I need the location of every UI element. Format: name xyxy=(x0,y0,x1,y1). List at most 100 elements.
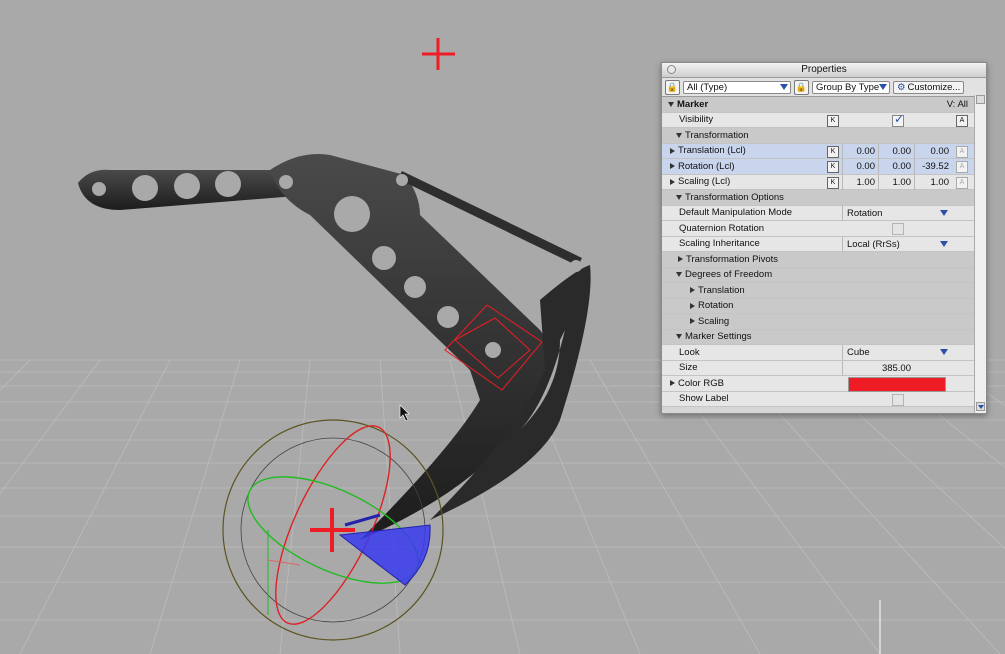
animate-button[interactable]: A xyxy=(956,114,968,127)
row-label: Transformation Pivots xyxy=(686,253,779,265)
row-scaling-inheritance[interactable]: Scaling Inheritance Local (RrSs) xyxy=(662,236,986,252)
row-label: Visibility xyxy=(679,114,714,126)
rotation-z[interactable]: -39.52 xyxy=(914,159,952,174)
manipulation-mode-select[interactable]: Rotation xyxy=(842,205,954,221)
row-look[interactable]: Look Cube xyxy=(662,345,986,361)
scaling-inheritance-select[interactable]: Local (RrSs) xyxy=(842,236,954,252)
color-swatch[interactable] xyxy=(848,377,946,392)
mechanical-arm-model[interactable] xyxy=(78,154,591,540)
marker-cross-icon[interactable] xyxy=(422,38,455,70)
row-label: Default Manipulation Mode xyxy=(679,207,793,219)
rotation-x[interactable]: 0.00 xyxy=(842,159,878,174)
rotation-y[interactable]: 0.00 xyxy=(878,159,914,174)
select-value: Rotation xyxy=(847,207,883,219)
scaling-z[interactable]: 1.00 xyxy=(914,174,952,190)
chevron-right-icon[interactable] xyxy=(678,256,683,263)
row-color-rgb[interactable]: Color RGB xyxy=(662,376,986,392)
row-size[interactable]: Size 385.00 xyxy=(662,360,986,376)
row-label: Transformation xyxy=(685,129,749,141)
chevron-down-icon[interactable] xyxy=(676,272,682,278)
chevron-right-icon[interactable] xyxy=(690,287,695,294)
key-button[interactable]: K xyxy=(827,176,839,189)
customize-button[interactable]: ⚙ Customize... xyxy=(893,80,965,94)
key-button[interactable]: K xyxy=(827,145,839,158)
row-visibility[interactable]: Visibility K ✓ A xyxy=(662,111,986,128)
chevron-right-icon[interactable] xyxy=(670,163,675,170)
row-dof-rotation[interactable]: Rotation xyxy=(662,298,986,314)
row-label: Scaling (Lcl) xyxy=(678,176,731,188)
property-rows: Marker V: All Visibility K ✓ A Transform… xyxy=(662,97,986,407)
lock-icon[interactable]: 🔒 xyxy=(665,79,680,95)
row-degrees-of-freedom[interactable]: Degrees of Freedom xyxy=(662,267,986,283)
row-translation[interactable]: Translation (Lcl) K 0.00 0.00 0.00 A xyxy=(662,143,986,159)
chevron-down-icon xyxy=(940,349,948,355)
row-transformation-options[interactable]: Transformation Options xyxy=(662,190,986,206)
visibility-filter[interactable]: V: All xyxy=(947,99,968,110)
row-label: Show Label xyxy=(679,393,729,405)
translation-y[interactable]: 0.00 xyxy=(878,143,914,159)
size-value[interactable]: 385.00 xyxy=(842,360,914,376)
row-label: Rotation xyxy=(698,300,734,312)
visibility-checkbox[interactable]: ✓ xyxy=(892,111,905,127)
chevron-down-icon xyxy=(879,83,887,90)
filter-select[interactable]: All (Type) xyxy=(683,80,791,94)
close-button[interactable] xyxy=(667,65,676,74)
chevron-right-icon[interactable] xyxy=(670,178,675,185)
panel-scrollbar[interactable] xyxy=(974,95,986,413)
row-dof-scaling[interactable]: Scaling xyxy=(662,314,986,330)
row-marker[interactable]: Marker V: All xyxy=(662,97,986,113)
row-scaling[interactable]: Scaling (Lcl) K 1.00 1.00 1.00 A xyxy=(662,174,986,190)
chevron-down-icon xyxy=(940,209,948,216)
translation-z[interactable]: 0.00 xyxy=(914,143,952,159)
chevron-down-icon[interactable] xyxy=(676,194,682,200)
look-select[interactable]: Cube xyxy=(842,345,954,360)
animate-button[interactable]: A xyxy=(956,176,968,189)
key-button[interactable]: K xyxy=(827,114,839,127)
row-quaternion-rotation[interactable]: Quaternion Rotation xyxy=(662,221,986,237)
row-label: Size xyxy=(679,362,698,374)
group-select[interactable]: Group By Type xyxy=(812,80,890,94)
animate-button[interactable]: A xyxy=(956,161,968,173)
customize-label: Customize... xyxy=(907,81,961,93)
scaling-x[interactable]: 1.00 xyxy=(842,174,878,190)
chevron-right-icon[interactable] xyxy=(670,380,675,387)
group-select-value: Group By Type xyxy=(816,81,880,93)
lock-icon[interactable]: 🔒 xyxy=(794,79,809,95)
chevron-down-icon[interactable] xyxy=(668,101,674,107)
quaternion-checkbox[interactable] xyxy=(892,223,904,235)
chevron-right-icon[interactable] xyxy=(670,147,675,154)
chevron-down-icon[interactable] xyxy=(676,132,682,138)
row-default-manipulation-mode[interactable]: Default Manipulation Mode Rotation xyxy=(662,205,986,221)
row-label: Marker Settings xyxy=(685,331,752,343)
gear-icon: ⚙ xyxy=(897,81,906,93)
row-transformation[interactable]: Transformation xyxy=(662,128,986,144)
row-rotation[interactable]: Rotation (Lcl) K 0.00 0.00 -39.52 A xyxy=(662,159,986,175)
check-icon: ✓ xyxy=(894,111,905,126)
select-value: Cube xyxy=(847,347,870,358)
row-label: Quaternion Rotation xyxy=(679,222,765,234)
gizmo-center-cross-icon[interactable] xyxy=(310,508,355,552)
chevron-right-icon[interactable] xyxy=(690,318,695,325)
row-show-label[interactable]: Show Label xyxy=(662,391,986,407)
row-marker-settings[interactable]: Marker Settings xyxy=(662,329,986,345)
chevron-down-icon xyxy=(940,240,948,247)
row-label: Translation xyxy=(698,284,745,296)
panel-toolbar: 🔒 All (Type) 🔒 Group By Type ⚙ Customize… xyxy=(662,78,986,97)
chevron-right-icon[interactable] xyxy=(690,302,695,309)
panel-title: Properties xyxy=(801,64,847,75)
animate-button[interactable]: A xyxy=(956,145,968,158)
properties-panel[interactable]: Properties 🔒 All (Type) 🔒 Group By Type … xyxy=(661,62,987,414)
translation-x[interactable]: 0.00 xyxy=(842,143,878,159)
panel-titlebar[interactable]: Properties xyxy=(662,63,986,78)
row-label: Rotation (Lcl) xyxy=(678,160,735,172)
key-button[interactable]: K xyxy=(827,161,839,173)
row-transformation-pivots[interactable]: Transformation Pivots xyxy=(662,252,986,268)
row-label: Marker xyxy=(677,98,709,110)
scroll-down-button[interactable] xyxy=(976,402,985,411)
chevron-down-icon[interactable] xyxy=(676,334,682,340)
filter-select-value: All (Type) xyxy=(687,81,728,93)
row-dof-translation[interactable]: Translation xyxy=(662,283,986,299)
show-label-checkbox[interactable] xyxy=(892,393,904,406)
scaling-y[interactable]: 1.00 xyxy=(878,174,914,190)
scroll-up-button[interactable] xyxy=(976,95,985,104)
